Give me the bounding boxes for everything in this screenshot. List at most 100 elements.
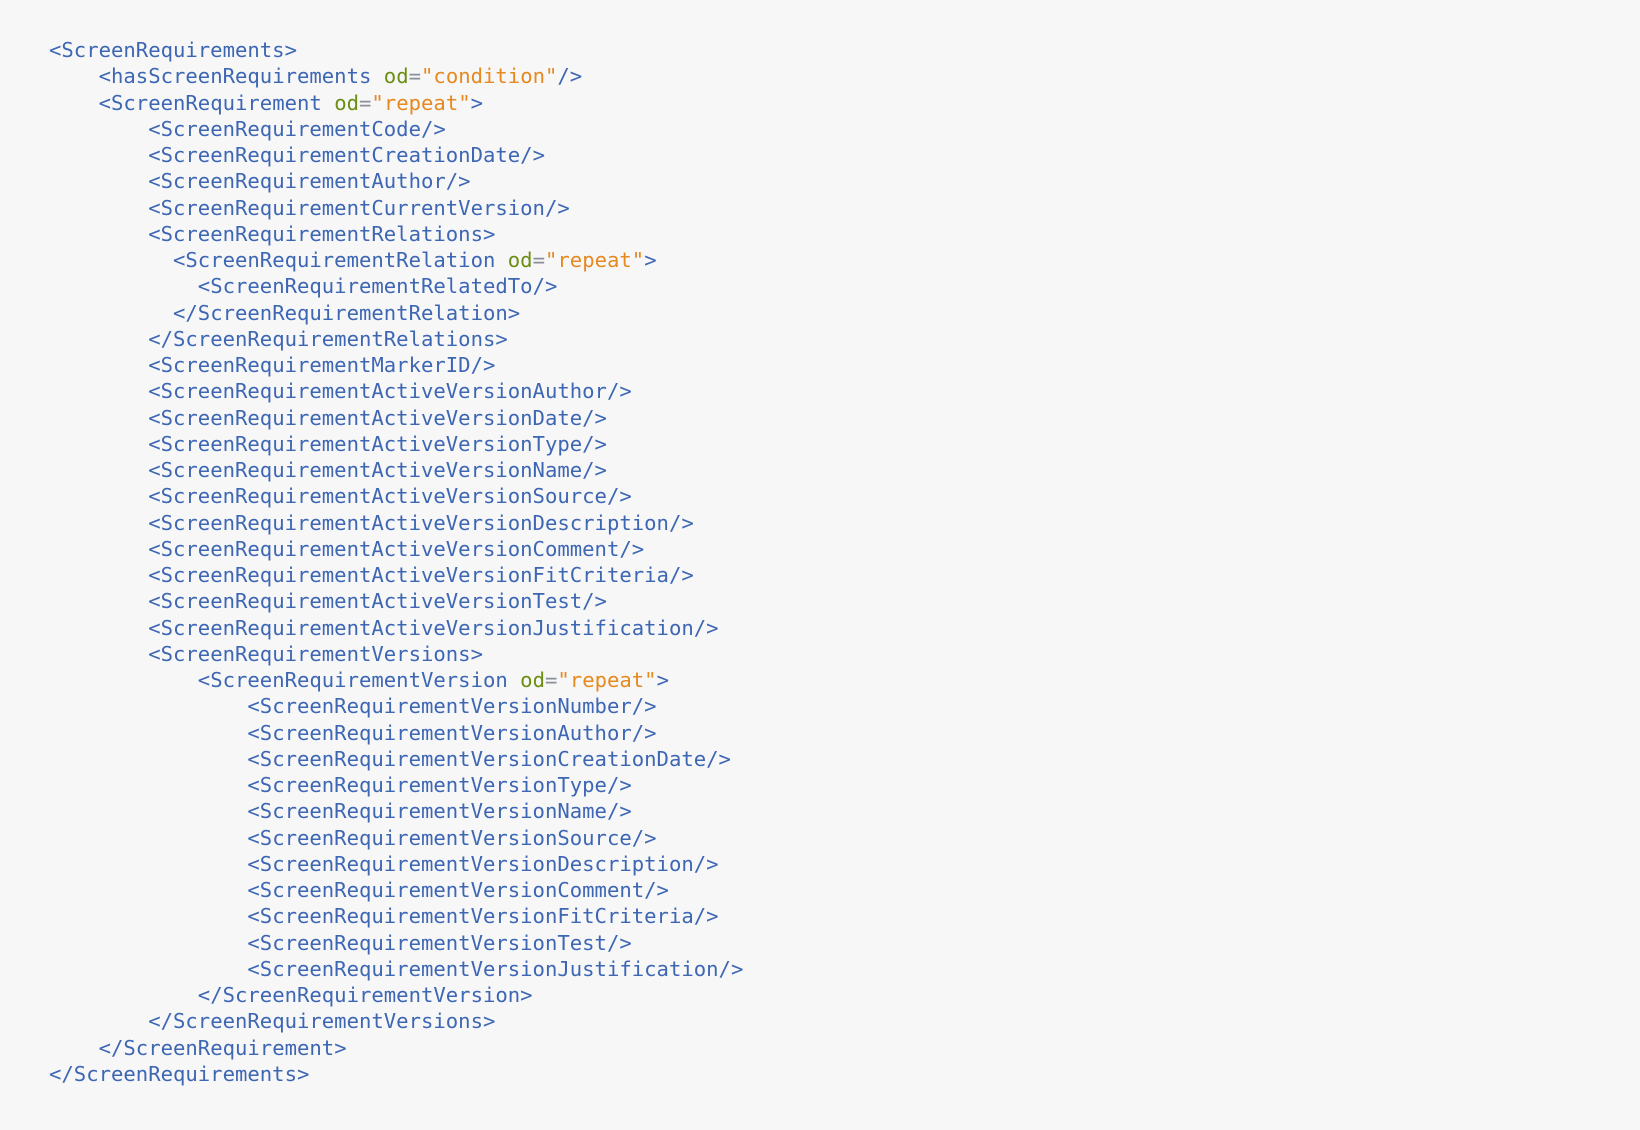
code-line: <ScreenRequirementActiveVersionDate/> xyxy=(49,405,743,431)
code-line: <ScreenRequirement od="repeat"> xyxy=(49,90,743,116)
xml-tag-name: <ScreenRequirementActiveVersionComment xyxy=(148,536,620,561)
xml-tag-close: > xyxy=(520,983,533,1007)
code-line: <ScreenRequirementMarkerID/> xyxy=(49,352,743,378)
xml-tag-close: > xyxy=(296,1061,310,1086)
xml-tag-name: <ScreenRequirementVersionDescription xyxy=(247,851,694,876)
code-line: <ScreenRequirementVersionDescription/> xyxy=(49,851,743,877)
xml-tag-close: > xyxy=(482,1009,496,1034)
xml-attribute-name: od xyxy=(383,64,409,89)
code-line: <ScreenRequirementVersions> xyxy=(49,641,743,667)
xml-tag-name: <ScreenRequirementRelation xyxy=(173,248,496,272)
xml-space xyxy=(508,668,520,692)
code-line: <ScreenRequirementActiveVersionDescripti… xyxy=(49,510,743,536)
code-line: <ScreenRequirementVersionType/> xyxy=(49,772,743,798)
xml-tag-name: <ScreenRequirementRelations xyxy=(148,221,483,246)
xml-tag-close: /> xyxy=(445,169,471,194)
code-line: <ScreenRequirementActiveVersionTest/> xyxy=(49,588,743,614)
code-line: <hasScreenRequirements od="condition"/> xyxy=(49,63,743,89)
xml-tag-name: </ScreenRequirementRelation xyxy=(173,300,508,325)
xml-tag-close: /> xyxy=(693,851,719,876)
xml-tag-close: > xyxy=(334,1035,347,1060)
xml-tag-close: /> xyxy=(619,536,645,561)
xml-tag-close: /> xyxy=(631,825,657,850)
xml-tag-close: /> xyxy=(470,353,496,377)
code-line: <ScreenRequirementRelatedTo/> xyxy=(49,273,743,299)
xml-tag-name: <ScreenRequirementVersionTest xyxy=(247,930,607,955)
xml-space xyxy=(495,248,507,272)
xml-attribute-value: "repeat" xyxy=(545,248,645,272)
xml-tag-name: </ScreenRequirement xyxy=(98,1035,335,1060)
xml-tag-close: /> xyxy=(668,510,694,535)
xml-tag-name: <ScreenRequirementRelatedTo xyxy=(197,274,533,299)
xml-tag-name: <ScreenRequirementActiveVersionDate xyxy=(148,405,583,430)
xml-tag-name: <ScreenRequirementActiveVersionSource xyxy=(148,484,607,509)
xml-tag-name: <ScreenRequirementCreationDate xyxy=(148,143,521,167)
code-line: <ScreenRequirementVersionName/> xyxy=(49,798,743,824)
xml-tag-close: /> xyxy=(718,956,744,981)
xml-tag-close: /> xyxy=(420,116,446,141)
xml-tag-name: <ScreenRequirementAuthor xyxy=(148,169,446,194)
code-line: </ScreenRequirementVersions> xyxy=(49,1008,743,1034)
xml-tag-name: <ScreenRequirementActiveVersionDescripti… xyxy=(148,510,669,535)
xml-attribute-value: "repeat" xyxy=(557,668,657,692)
xml-attribute-value: "condition" xyxy=(421,64,558,89)
code-line: <ScreenRequirementActiveVersionName/> xyxy=(49,457,743,483)
xml-tag-close: > xyxy=(470,641,483,666)
code-line: <ScreenRequirementCreationDate/> xyxy=(49,142,743,168)
code-line: <ScreenRequirementVersion od="repeat"> xyxy=(49,667,743,693)
xml-tag-close: /> xyxy=(557,64,583,89)
code-line: </ScreenRequirements> xyxy=(49,1061,743,1087)
xml-space xyxy=(322,91,334,115)
xml-tag-name: <ScreenRequirementVersionType xyxy=(247,773,607,797)
xml-tag-close: /> xyxy=(606,379,632,404)
xml-attribute-name: od xyxy=(507,248,533,272)
xml-tag-close: > xyxy=(644,248,657,272)
code-line: <ScreenRequirementVersionNumber/> xyxy=(49,693,743,719)
xml-tag-close: > xyxy=(284,38,297,62)
xml-tag-name: <ScreenRequirementVersionAuthor xyxy=(247,720,632,745)
xml-tag-name: <ScreenRequirementVersionNumber xyxy=(247,694,632,719)
xml-tag-name: <ScreenRequirementVersionJustification xyxy=(247,956,719,981)
xml-tag-close: > xyxy=(470,90,484,115)
xml-tag-close: /> xyxy=(631,694,657,719)
code-line: <ScreenRequirementVersionComment/> xyxy=(49,877,743,903)
xml-tag-close: > xyxy=(656,668,669,692)
code-line: <ScreenRequirementVersionSource/> xyxy=(49,825,743,851)
code-line: <ScreenRequirementRelation od="repeat"> xyxy=(49,247,743,273)
code-line: <ScreenRequirementCurrentVersion/> xyxy=(49,195,743,221)
xml-equals: = xyxy=(544,668,558,692)
xml-tag-name: <ScreenRequirementMarkerID xyxy=(148,353,471,377)
xml-tag-name: <ScreenRequirementActiveVersionType xyxy=(148,431,583,456)
xml-tag-name: <ScreenRequirementActiveVersionJustifica… xyxy=(148,615,694,640)
xml-space xyxy=(371,64,383,88)
xml-tag-name: <ScreenRequirementVersion xyxy=(197,668,508,692)
xml-tag-close: /> xyxy=(606,773,632,797)
xml-tag-close: /> xyxy=(582,589,607,614)
code-line: <ScreenRequirementVersionTest/> xyxy=(49,930,743,956)
code-line: <ScreenRequirementActiveVersionFitCriter… xyxy=(49,562,743,588)
xml-tag-close: /> xyxy=(582,431,607,456)
code-line: <ScreenRequirementAuthor/> xyxy=(49,168,743,194)
